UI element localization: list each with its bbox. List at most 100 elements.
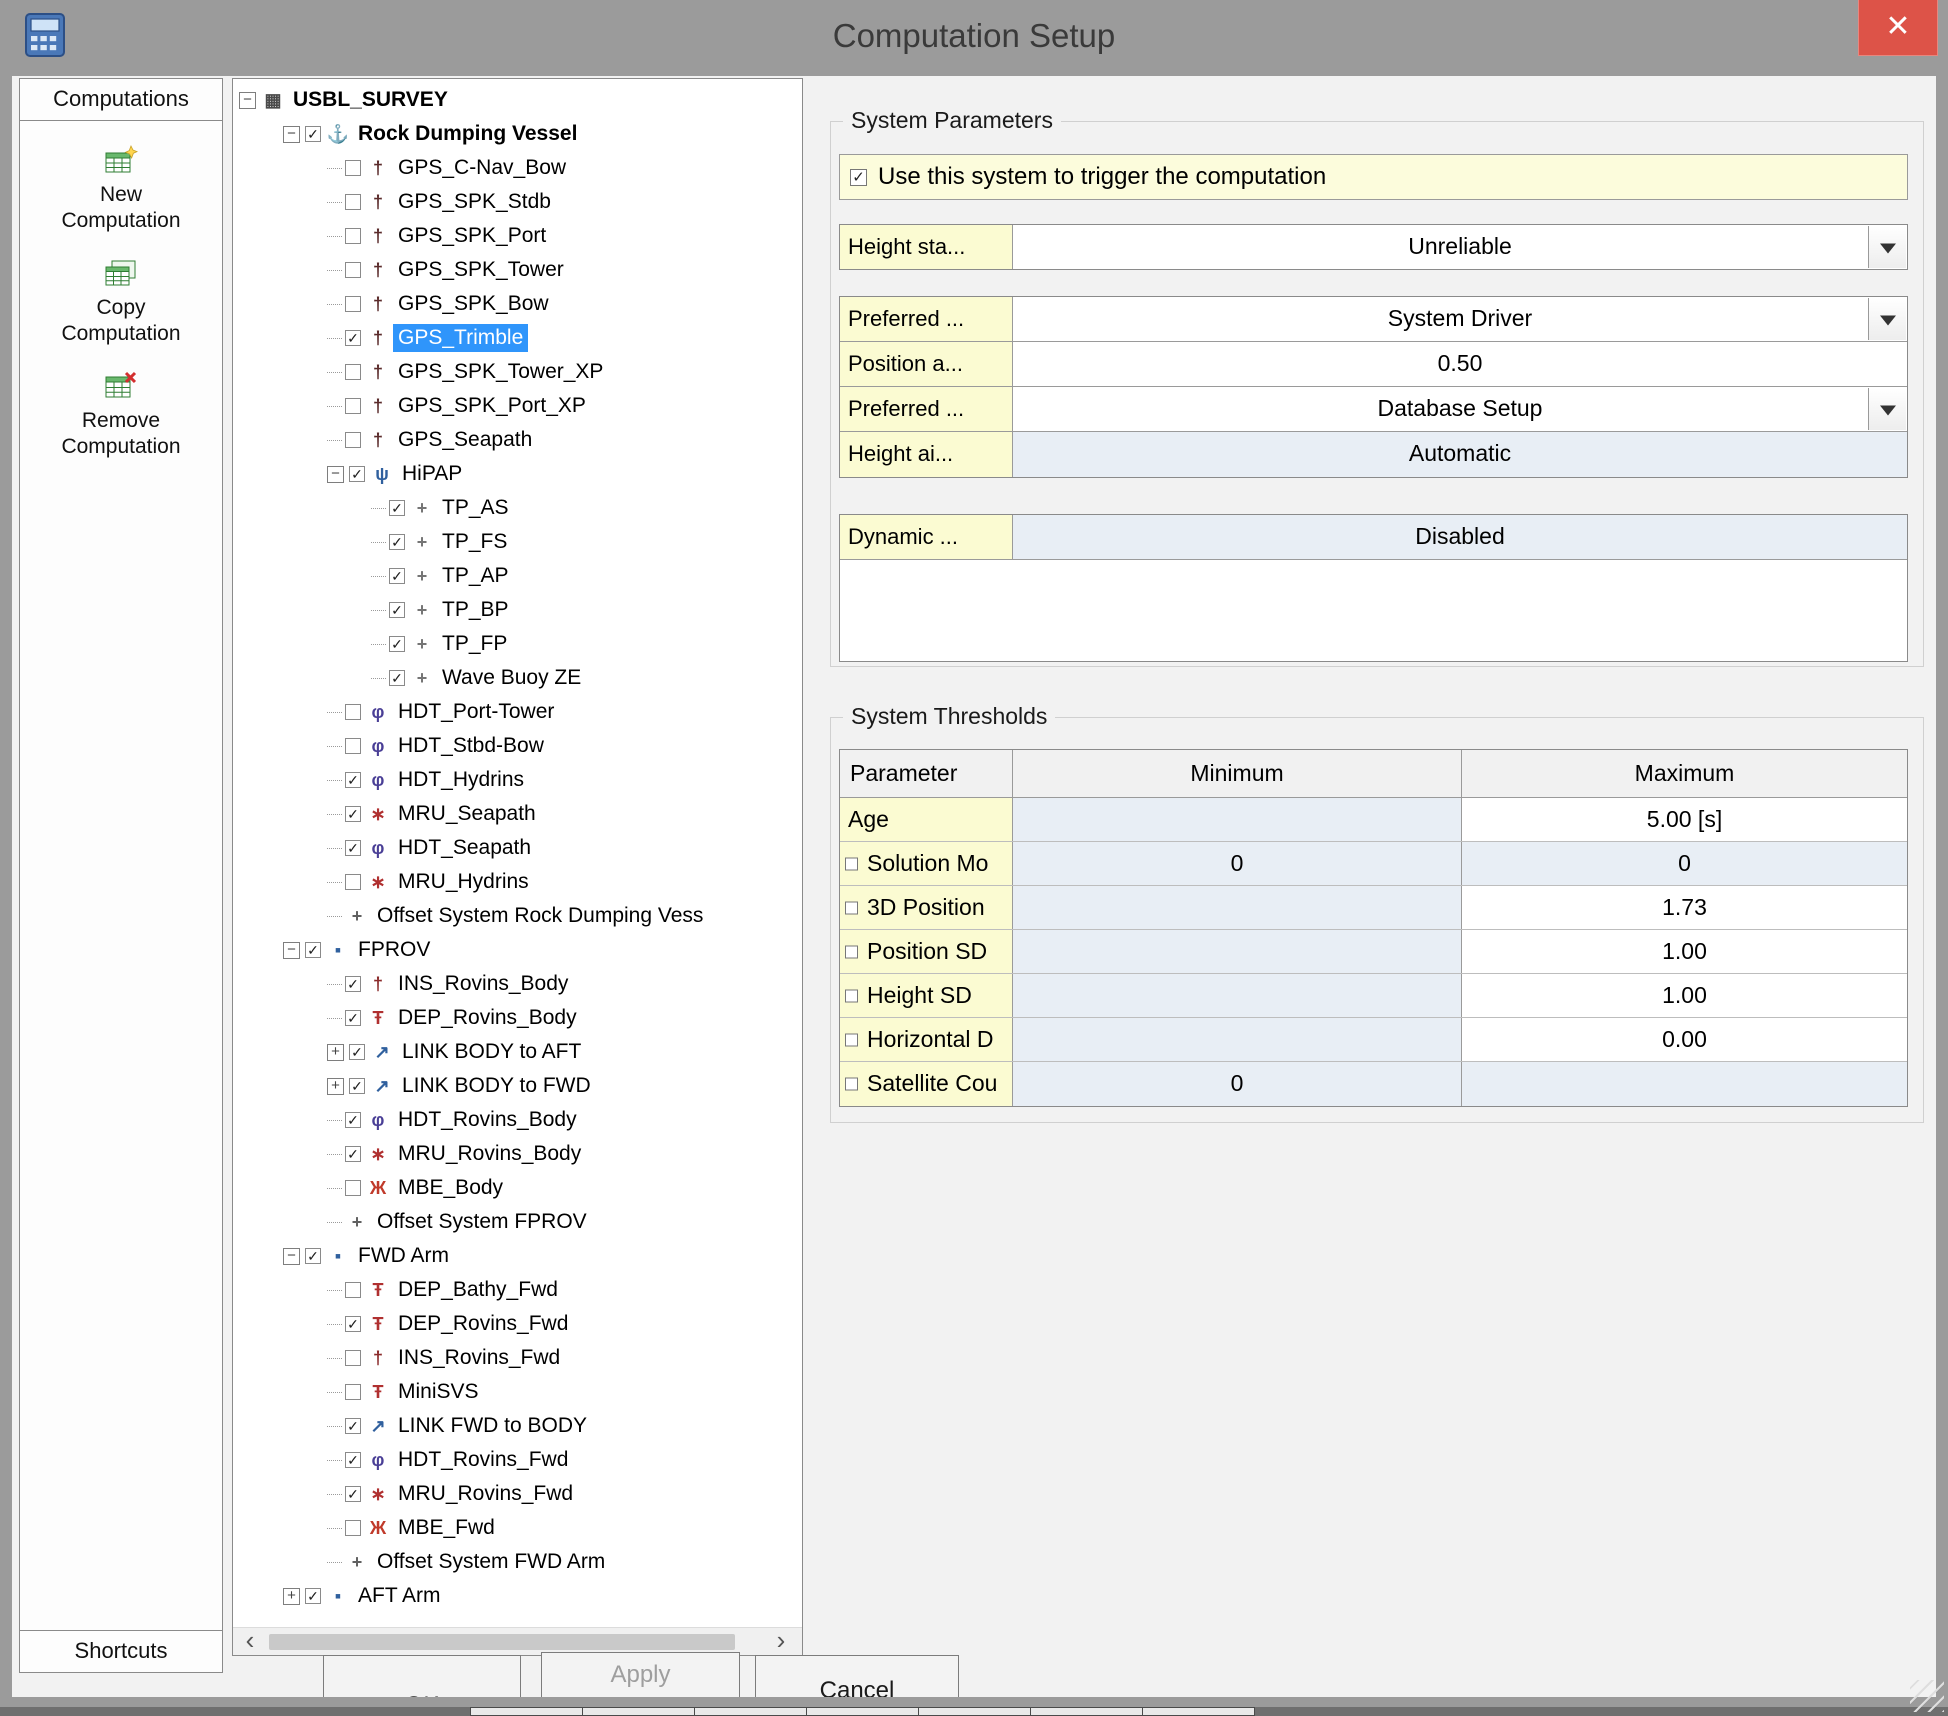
tree-node[interactable]: †GPS_SPK_Port: [233, 219, 802, 253]
tree-node[interactable]: ∗MRU_Hydrins: [233, 865, 802, 899]
tree-node[interactable]: +✓↗LINK BODY to FWD: [233, 1069, 802, 1103]
threshold-checkbox[interactable]: [845, 945, 858, 958]
tree-node[interactable]: −▦USBL_SURVEY: [233, 83, 802, 117]
tree-checkbox[interactable]: ✓: [349, 1044, 365, 1060]
dropdown-arrow-icon[interactable]: [1868, 388, 1906, 430]
tree-node[interactable]: ✓∗MRU_Rovins_Fwd: [233, 1477, 802, 1511]
tree-checkbox[interactable]: ✓: [389, 670, 405, 686]
tree-checkbox[interactable]: ✓: [345, 1146, 361, 1162]
tree-checkbox[interactable]: [345, 874, 361, 890]
tree-node[interactable]: †GPS_SPK_Bow: [233, 287, 802, 321]
tree-node[interactable]: +Offset System FPROV: [233, 1205, 802, 1239]
tree-checkbox[interactable]: [345, 1384, 361, 1400]
tree-checkbox[interactable]: [345, 364, 361, 380]
tree-node[interactable]: ✓+Wave Buoy ZE: [233, 661, 802, 695]
threshold-checkbox[interactable]: [845, 989, 858, 1002]
tree-node[interactable]: †GPS_SPK_Tower: [233, 253, 802, 287]
threshold-checkbox[interactable]: [845, 901, 858, 914]
threshold-max-cell[interactable]: 1.00: [1462, 974, 1907, 1017]
scroll-right-icon[interactable]: ›: [766, 1628, 796, 1655]
tree-checkbox[interactable]: ✓: [345, 1452, 361, 1468]
close-button[interactable]: ✕: [1858, 0, 1938, 56]
tree-node[interactable]: †GPS_SPK_Tower_XP: [233, 355, 802, 389]
tree-checkbox[interactable]: ✓: [345, 330, 361, 346]
tree-checkbox[interactable]: ✓: [389, 568, 405, 584]
tree-checkbox[interactable]: ✓: [389, 602, 405, 618]
tree-checkbox[interactable]: ✓: [349, 466, 365, 482]
tree-node[interactable]: ЖMBE_Body: [233, 1171, 802, 1205]
threshold-max-cell[interactable]: 1.73: [1462, 886, 1907, 929]
dropdown-arrow-icon[interactable]: [1868, 298, 1906, 340]
tree-checkbox[interactable]: [345, 194, 361, 210]
threshold-checkbox[interactable]: [845, 1078, 858, 1091]
titlebar[interactable]: Computation Setup ✕: [0, 0, 1948, 76]
copy-computation-button[interactable]: Copy Computation: [20, 258, 222, 347]
collapse-icon[interactable]: −: [283, 942, 300, 959]
tree-node[interactable]: ✓∗MRU_Seapath: [233, 797, 802, 831]
preferred-system-dropdown[interactable]: System Driver: [1013, 297, 1907, 341]
new-computation-button[interactable]: New Computation: [20, 145, 222, 234]
threshold-max-cell[interactable]: 0.00: [1462, 1018, 1907, 1061]
tree-node[interactable]: ✓ŦDEP_Rovins_Fwd: [233, 1307, 802, 1341]
tree-node[interactable]: ✓φHDT_Rovins_Body: [233, 1103, 802, 1137]
tree-node[interactable]: ✓↗LINK FWD to BODY: [233, 1409, 802, 1443]
tree-node[interactable]: ✓φHDT_Hydrins: [233, 763, 802, 797]
trigger-checkbox[interactable]: ✓: [850, 169, 867, 186]
position-accuracy-field[interactable]: 0.50: [1013, 342, 1907, 386]
tree-checkbox[interactable]: [345, 432, 361, 448]
tree-node[interactable]: +✓▪AFT Arm: [233, 1579, 802, 1613]
tree-node[interactable]: †GPS_C-Nav_Bow: [233, 151, 802, 185]
tree-node[interactable]: −✓▪FPROV: [233, 933, 802, 967]
tree-checkbox[interactable]: ✓: [345, 1112, 361, 1128]
tree-checkbox[interactable]: ✓: [345, 1010, 361, 1026]
tree-node[interactable]: ✓φHDT_Rovins_Fwd: [233, 1443, 802, 1477]
tree-node[interactable]: −✓▪FWD Arm: [233, 1239, 802, 1273]
tree-checkbox[interactable]: ✓: [305, 1248, 321, 1264]
expand-icon[interactable]: +: [327, 1078, 344, 1095]
tree-node[interactable]: φHDT_Port-Tower: [233, 695, 802, 729]
shortcuts-bar[interactable]: Shortcuts: [20, 1630, 222, 1672]
tree-node[interactable]: φHDT_Stbd-Bow: [233, 729, 802, 763]
collapse-icon[interactable]: −: [283, 126, 300, 143]
tree-checkbox[interactable]: ✓: [345, 1486, 361, 1502]
threshold-checkbox[interactable]: [845, 1033, 858, 1046]
apply-button[interactable]: Apply: [541, 1652, 740, 1700]
tree-checkbox[interactable]: [345, 262, 361, 278]
tree-node[interactable]: ✓+TP_FP: [233, 627, 802, 661]
tree-checkbox[interactable]: ✓: [349, 1078, 365, 1094]
collapse-icon[interactable]: −: [239, 92, 256, 109]
tree-checkbox[interactable]: ✓: [389, 636, 405, 652]
expand-icon[interactable]: +: [283, 1588, 300, 1605]
tree-node[interactable]: +✓↗LINK BODY to AFT: [233, 1035, 802, 1069]
tree-checkbox[interactable]: ✓: [345, 840, 361, 856]
tree-node[interactable]: ŦMiniSVS: [233, 1375, 802, 1409]
tree-node[interactable]: ЖMBE_Fwd: [233, 1511, 802, 1545]
height-status-dropdown[interactable]: Unreliable: [1013, 225, 1907, 269]
tree-node[interactable]: ✓ŦDEP_Rovins_Body: [233, 1001, 802, 1035]
tree-node[interactable]: ✓+TP_FS: [233, 525, 802, 559]
threshold-max-cell[interactable]: 5.00 [s]: [1462, 798, 1907, 841]
tree-node[interactable]: ✓φHDT_Seapath: [233, 831, 802, 865]
tree-node[interactable]: †GPS_SPK_Port_XP: [233, 389, 802, 423]
tree-checkbox[interactable]: [345, 296, 361, 312]
tree-checkbox[interactable]: ✓: [389, 534, 405, 550]
tree-node[interactable]: +Offset System FWD Arm: [233, 1545, 802, 1579]
tree-node[interactable]: −✓ψHiPAP: [233, 457, 802, 491]
horizontal-scrollbar[interactable]: ‹ ›: [233, 1627, 802, 1655]
tree-checkbox[interactable]: ✓: [305, 942, 321, 958]
tree-checkbox[interactable]: ✓: [305, 126, 321, 142]
tree-node[interactable]: †INS_Rovins_Fwd: [233, 1341, 802, 1375]
tree-node[interactable]: ✓†GPS_Trimble: [233, 321, 802, 355]
scrollbar-thumb[interactable]: [269, 1634, 735, 1650]
tree-node[interactable]: ✓∗MRU_Rovins_Body: [233, 1137, 802, 1171]
resize-grip[interactable]: [1910, 1680, 1944, 1712]
tree-checkbox[interactable]: ✓: [305, 1588, 321, 1604]
tree-checkbox[interactable]: [345, 1520, 361, 1536]
tree-checkbox[interactable]: [345, 738, 361, 754]
trigger-computation-row[interactable]: ✓ Use this system to trigger the computa…: [839, 154, 1908, 200]
tree-node[interactable]: ✓+TP_AP: [233, 559, 802, 593]
tree-checkbox[interactable]: [345, 398, 361, 414]
tree-node[interactable]: ŦDEP_Bathy_Fwd: [233, 1273, 802, 1307]
tree-node[interactable]: ✓+TP_AS: [233, 491, 802, 525]
tree-checkbox[interactable]: ✓: [389, 500, 405, 516]
